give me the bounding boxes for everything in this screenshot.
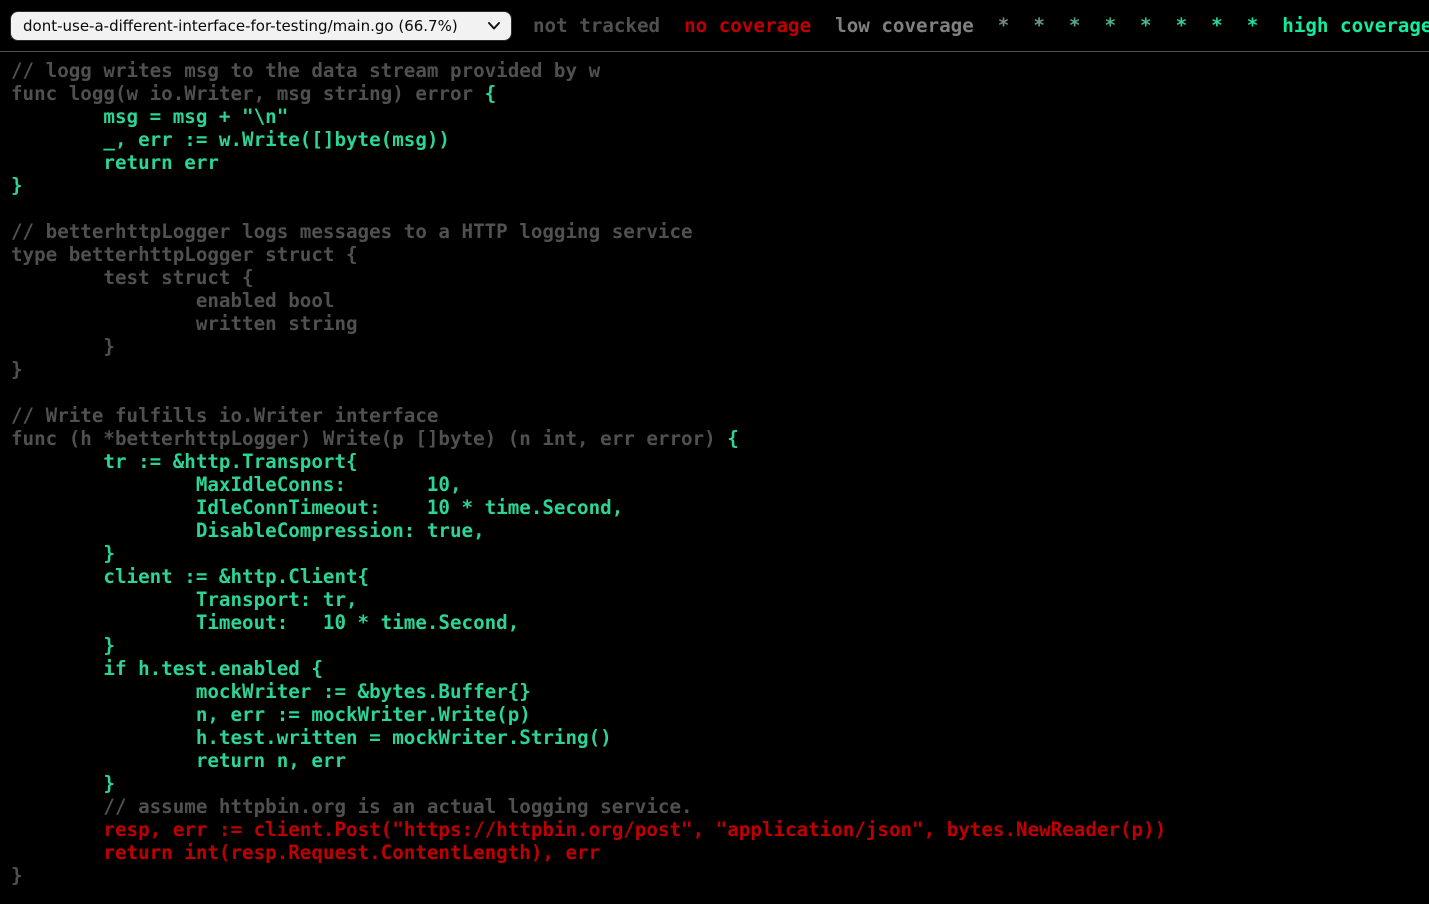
topbar: dont-use-a-different-interface-for-testi…	[0, 0, 1429, 52]
legend-high-coverage: high coverage	[1282, 14, 1429, 37]
coverage-legend: not tracked no coverage low coverage * * * * * *…	[521, 0, 1429, 52]
legend-not-tracked: not tracked	[533, 14, 660, 37]
source-code: // logg writes msg to the data stream pr…	[0, 59, 1429, 887]
code-segment-untracked: }	[11, 864, 23, 887]
legend-star-cov8: *	[1211, 14, 1223, 37]
legend-star-cov3: *	[1033, 14, 1045, 37]
file-select[interactable]: dont-use-a-different-interface-for-testi…	[10, 11, 512, 41]
legend-star-cov2: *	[998, 14, 1010, 37]
code-segment-cov0: resp, err := client.Post("https://httpbi…	[11, 818, 1166, 864]
legend-star-cov7: *	[1176, 14, 1188, 37]
code-segment-cov8: { tr := &http.Transport{ MaxIdleConns: 1…	[11, 427, 739, 680]
code-segment-untracked: // betterhttpLogger logs messages to a H…	[11, 220, 727, 450]
code-segment-untracked: // logg writes msg to the data stream pr…	[11, 59, 600, 105]
legend-low-coverage: low coverage	[835, 14, 974, 37]
legend-no-coverage: no coverage	[684, 14, 811, 37]
legend-star-cov4: *	[1069, 14, 1081, 37]
legend-star-cov9: *	[1247, 14, 1259, 37]
legend-star-cov5: *	[1104, 14, 1116, 37]
file-nav: dont-use-a-different-interface-for-testi…	[10, 11, 512, 41]
content: // logg writes msg to the data stream pr…	[0, 0, 1429, 887]
legend-star-cov6: *	[1140, 14, 1152, 37]
